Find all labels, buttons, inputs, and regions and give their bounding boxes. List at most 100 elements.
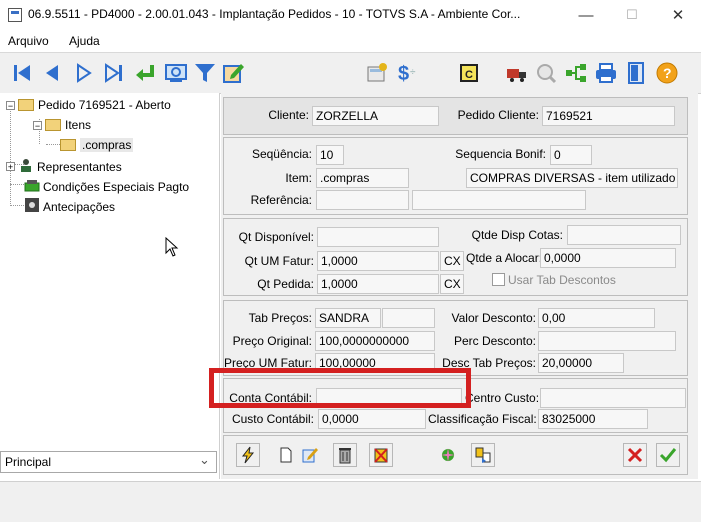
zoom-icon[interactable] (532, 59, 560, 87)
tab-precos-label: Tab Preços: (248, 311, 312, 325)
next-record-icon[interactable] (70, 59, 98, 87)
qtde-disp-cotas-field[interactable] (567, 225, 681, 245)
cliente-field[interactable]: ZORZELLA (312, 106, 439, 126)
pedido-cliente-field[interactable]: 7169521 (542, 106, 675, 126)
exit-door-icon[interactable] (622, 59, 650, 87)
print-icon[interactable] (592, 59, 620, 87)
qt-um-fatur-unit: CX (440, 251, 464, 271)
transfer-icon[interactable] (471, 443, 495, 467)
qt-disponivel-field[interactable] (317, 227, 439, 247)
first-record-icon[interactable] (8, 59, 36, 87)
status-bar (0, 481, 701, 522)
svg-text:$: $ (398, 63, 409, 85)
toolbar: $ ÷ C ? (0, 52, 701, 94)
tree-node-antecipacoes[interactable]: Antecipações (24, 197, 115, 216)
qt-pedida-field[interactable]: 1,0000 (317, 274, 439, 294)
tree-node-representantes[interactable]: + Representantes (6, 157, 122, 176)
referencia-field[interactable] (316, 190, 409, 210)
tree-label-condicoes: Condições Especiais Pagto (43, 179, 190, 194)
sequencia-bonif-label: Sequencia Bonif: (455, 147, 546, 161)
preco-original-label: Preço Original: (232, 334, 312, 348)
cancel-document-icon[interactable] (369, 443, 393, 467)
safe-icon (24, 197, 40, 216)
calculator-icon[interactable] (363, 59, 391, 87)
highlight-box (209, 368, 471, 408)
collapse-icon[interactable]: − (6, 100, 15, 110)
window-title: 06.9.5511 - PD4000 - 2.00.01.043 - Impla… (28, 7, 521, 21)
cancel-button[interactable] (623, 443, 647, 467)
tab-precos-field[interactable]: SANDRA (315, 308, 381, 328)
sequencia-label: Seqüência: (251, 147, 312, 161)
item-field[interactable]: .compras (316, 168, 409, 188)
qtde-disp-cotas-label: Qtde Disp Cotas: (471, 228, 563, 242)
search-icon[interactable] (162, 59, 190, 87)
close-window-button[interactable]: ✕ (655, 0, 701, 30)
perc-desconto-field[interactable] (538, 331, 676, 351)
minimize-button[interactable]: — (563, 0, 609, 30)
new-document-icon[interactable] (274, 443, 298, 467)
trash-icon[interactable] (333, 443, 357, 467)
svg-text:C: C (465, 69, 473, 81)
edit-record-icon[interactable] (298, 443, 322, 467)
referencia-label: Referência: (250, 193, 312, 207)
view-select[interactable]: Principal ⌄ (0, 451, 217, 473)
qt-disponivel-label: Qt Disponível: (238, 230, 314, 244)
folder-icon (45, 119, 61, 131)
valor-desconto-field[interactable]: 0,00 (538, 308, 655, 328)
valor-desconto-label: Valor Desconto: (451, 311, 537, 325)
qtde-alocar-field[interactable]: 0,0000 (540, 248, 676, 268)
tree-node-itens[interactable]: − Itens (33, 118, 91, 132)
collapse-icon[interactable]: − (33, 120, 42, 130)
sequencia-bonif-field[interactable]: 0 (550, 145, 592, 165)
maximize-button[interactable]: ☐ (609, 0, 655, 30)
network-icon[interactable] (562, 59, 590, 87)
currency-icon[interactable]: $ ÷ (393, 59, 421, 87)
referencia-description-field (412, 190, 586, 210)
edit-document-icon[interactable] (219, 59, 247, 87)
menu-bar: Arquivo Ajuda (0, 30, 701, 52)
navigation-tree: − Pedido 7169521 - Aberto − Itens .compr… (0, 93, 220, 479)
sparkle-icon[interactable] (436, 443, 460, 467)
centro-custo-label: Centro Custo: (465, 391, 540, 405)
tree-label-representantes: Representantes (37, 159, 122, 174)
delivery-truck-icon[interactable] (503, 59, 531, 87)
tree-node-condicoes[interactable]: Condições Especiais Pagto (24, 177, 189, 196)
usar-tab-descontos-label: Usar Tab Descontos (508, 273, 616, 287)
folder-icon (60, 139, 76, 151)
svg-text:÷: ÷ (410, 67, 416, 78)
qt-um-fatur-label: Qt UM Fatur: (244, 254, 314, 268)
filter-icon[interactable] (191, 59, 219, 87)
confirm-button[interactable] (656, 443, 680, 467)
sequencia-field[interactable]: 10 (316, 145, 344, 165)
classificacao-fiscal-field[interactable]: 83025000 (538, 409, 648, 429)
usar-tab-descontos-checkbox[interactable] (492, 273, 505, 286)
go-to-icon[interactable] (132, 59, 160, 87)
item-label: Item: (285, 171, 312, 185)
cliente-label: Cliente: (268, 108, 309, 122)
custo-contabil-field[interactable]: 0,0000 (318, 409, 426, 429)
preco-original-field[interactable]: 100,0000000000 (315, 331, 435, 351)
qt-pedida-label: Qt Pedida: (257, 277, 314, 291)
previous-record-icon[interactable] (38, 59, 66, 87)
person-icon (18, 157, 34, 176)
tree-node-pedido[interactable]: − Pedido 7169521 - Aberto (6, 98, 171, 112)
desc-tab-precos-field[interactable]: 20,00000 (538, 353, 624, 373)
report-icon[interactable]: C (455, 59, 483, 87)
tree-node-compras[interactable]: .compras (60, 138, 134, 152)
money-stack-icon (24, 177, 40, 196)
chevron-down-icon[interactable]: ⌄ (199, 452, 210, 468)
lightning-icon[interactable] (236, 443, 260, 467)
menu-arquivo[interactable]: Arquivo (8, 34, 49, 48)
tree-label-compras: .compras (80, 138, 134, 152)
qt-um-fatur-field[interactable]: 1,0000 (317, 251, 439, 271)
last-record-icon[interactable] (100, 59, 128, 87)
title-bar: 06.9.5511 - PD4000 - 2.00.01.043 - Impla… (0, 0, 701, 31)
tree-label-itens: Itens (65, 118, 92, 132)
expand-icon[interactable]: + (6, 162, 15, 172)
app-icon (8, 8, 22, 22)
mouse-cursor-icon (165, 236, 179, 260)
help-icon[interactable]: ? (653, 59, 681, 87)
centro-custo-field[interactable] (540, 388, 686, 408)
pedido-cliente-label: Pedido Cliente: (457, 108, 539, 122)
menu-ajuda[interactable]: Ajuda (69, 34, 100, 48)
